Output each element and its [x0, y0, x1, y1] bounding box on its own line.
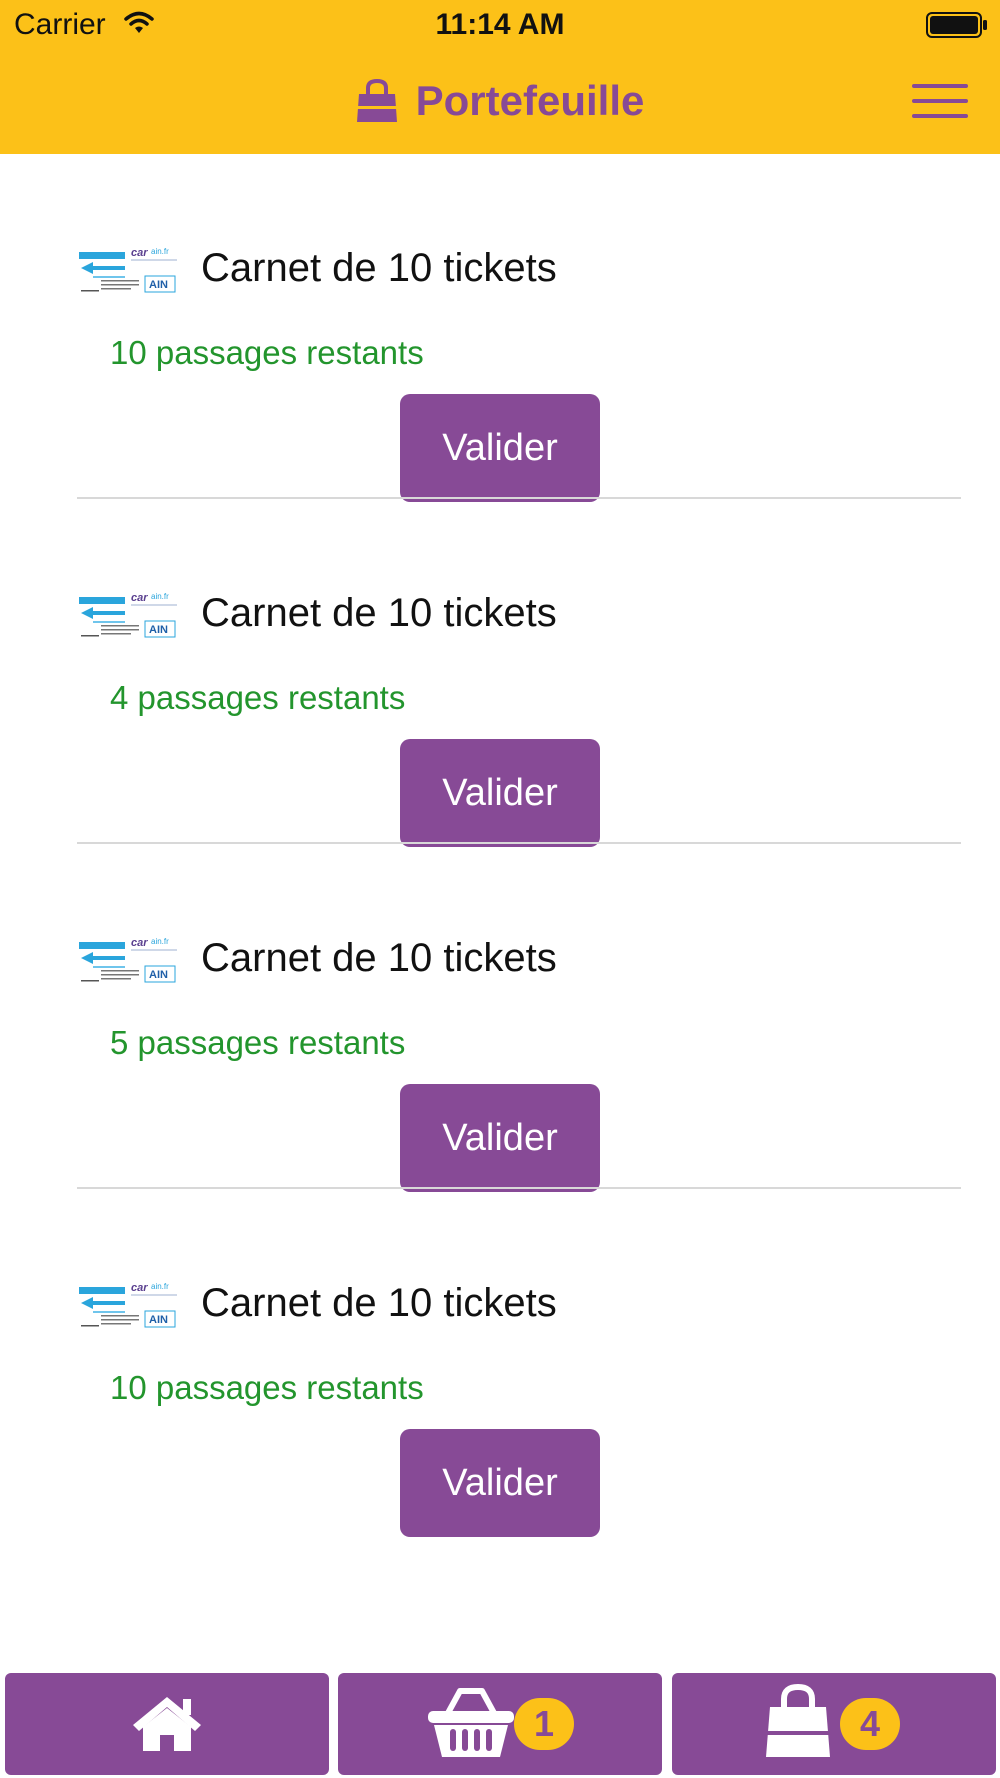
svg-text:AIN: AIN — [149, 969, 168, 981]
header-bar: Carrier 11:14 AM Portefeuille — [0, 0, 1000, 154]
tab-cart[interactable]: 1 — [338, 1673, 662, 1775]
svg-text:ain.fr: ain.fr — [151, 937, 169, 946]
list-item: car ain.fr AIN Carnet de 10 tickets 4 pa… — [77, 499, 961, 847]
menu-button[interactable] — [910, 82, 970, 122]
hamburger-menu-icon — [912, 84, 968, 88]
svg-text:ain.fr: ain.fr — [151, 1282, 169, 1291]
bottom-tab-bar: 1 4 — [0, 1673, 1000, 1778]
tab-wallet[interactable]: 4 — [672, 1673, 996, 1775]
validate-button[interactable]: Valider — [400, 394, 600, 502]
ticket-title: Carnet de 10 tickets — [201, 591, 557, 635]
ticket-logo-icon: car ain.fr AIN — [79, 937, 177, 983]
ticket-title: Carnet de 10 tickets — [201, 1281, 557, 1325]
cart-count-badge: 1 — [514, 1698, 574, 1750]
svg-text:AIN: AIN — [149, 624, 168, 636]
svg-text:car: car — [131, 1282, 148, 1294]
validate-button[interactable]: Valider — [400, 1084, 600, 1192]
tab-home[interactable] — [5, 1673, 329, 1775]
svg-text:car: car — [131, 592, 148, 604]
basket-icon — [428, 1688, 514, 1757]
svg-text:AIN: AIN — [149, 1314, 168, 1326]
ticket-remaining-count: 4 passages restants — [110, 679, 406, 716]
page-title: Portefeuille — [415, 77, 645, 124]
svg-text:car: car — [131, 937, 148, 949]
ticket-title: Carnet de 10 tickets — [201, 936, 557, 980]
status-time: 11:14 AM — [435, 8, 565, 41]
shopping-bag-icon — [356, 78, 397, 122]
list-item: car ain.fr AIN Carnet de 10 tickets 10 p… — [77, 1189, 961, 1537]
ticket-logo-icon: car ain.fr AIN — [79, 1282, 177, 1328]
validate-button[interactable]: Valider — [400, 739, 600, 847]
wallet-count-badge: 4 — [840, 1698, 900, 1750]
ticket-logo-icon: car ain.fr AIN — [79, 592, 177, 638]
validate-button[interactable]: Valider — [400, 1429, 600, 1537]
svg-text:car: car — [131, 247, 148, 259]
battery-icon — [926, 12, 987, 38]
svg-text:ain.fr: ain.fr — [151, 592, 169, 601]
ticket-title: Carnet de 10 tickets — [201, 246, 557, 290]
ticket-logo-icon: car ain.fr AIN — [79, 247, 177, 293]
ticket-remaining-count: 10 passages restants — [110, 1369, 424, 1406]
header-title-group: Portefeuille — [0, 76, 1000, 126]
svg-text:ain.fr: ain.fr — [151, 247, 169, 256]
shopping-bag-icon — [766, 1683, 830, 1757]
ticket-remaining-count: 5 passages restants — [110, 1024, 406, 1061]
home-icon — [133, 1697, 201, 1751]
list-item: car ain.fr AIN Carnet de 10 tickets 10 p… — [77, 154, 961, 502]
list-item: car ain.fr AIN Carnet de 10 tickets 5 pa… — [77, 844, 961, 1192]
svg-text:AIN: AIN — [149, 279, 168, 291]
ticket-remaining-count: 10 passages restants — [110, 334, 424, 371]
